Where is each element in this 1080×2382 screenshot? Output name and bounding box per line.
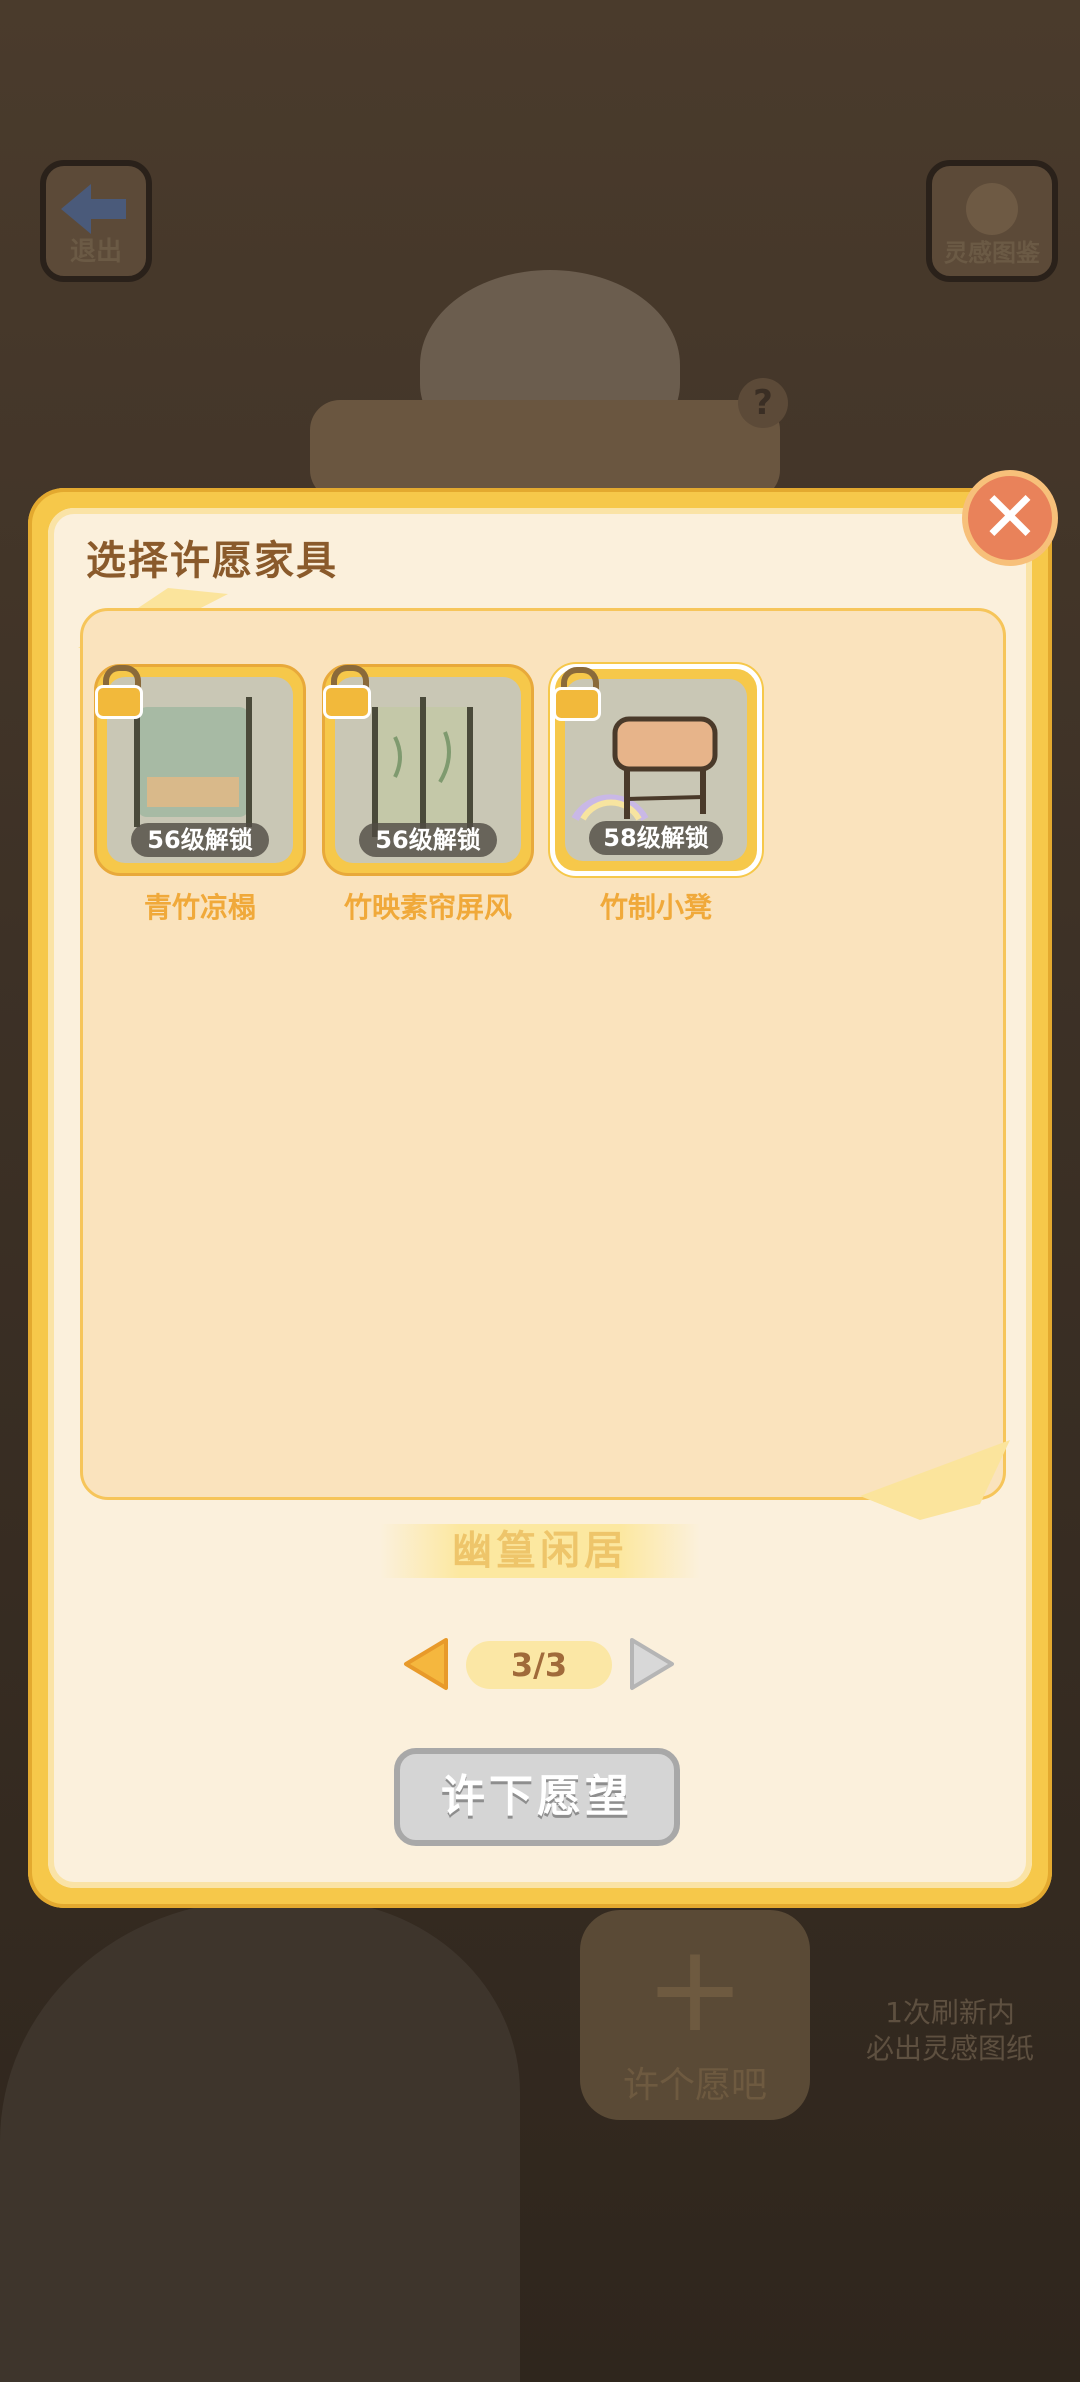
guide-label: 灵感图鉴 [944,239,1040,267]
refresh-note-line1: 1次刷新内 [885,1996,1015,2029]
next-page-arrow-icon[interactable] [622,1636,678,1692]
furniture-name: 竹制小凳 [599,891,712,924]
furniture-item[interactable]: 56级解锁 青竹凉榻 [94,664,306,926]
make-wish-button[interactable]: 许下愿望 [394,1748,680,1846]
close-button[interactable]: ✕ [962,470,1058,566]
furniture-name: 竹映素帘屏风 [343,891,512,924]
lock-icon [321,663,375,721]
unlock-level-badge: 56级解锁 [131,823,269,857]
lock-icon [93,663,147,721]
refresh-note: 1次刷新内 必出灵感图纸 [840,1995,1060,2067]
furniture-set-name: 幽篁闲居 [380,1524,700,1578]
furniture-item[interactable]: 56级解锁 竹映素帘屏风 [322,664,534,926]
plus-icon: + [644,1920,746,2059]
prev-page-arrow-icon[interactable] [400,1636,456,1692]
refresh-note-line2: 必出灵感图纸 [865,2032,1034,2065]
unlock-level-badge: 56级解锁 [359,823,497,857]
furniture-card[interactable]: 56级解锁 [322,664,534,876]
furniture-item-selected[interactable]: 58级解锁 竹制小凳 [550,664,762,926]
furniture-card[interactable]: 56级解锁 [94,664,306,876]
inspiration-guide-button[interactable]: 灵感图鉴 [926,160,1058,282]
background-character [0,1900,520,2382]
unlock-level-badge: 58级解锁 [589,821,723,855]
make-wish-label: 许个愿吧 [622,2065,767,2106]
help-icon[interactable]: ? [738,378,788,428]
exit-button[interactable]: 退出 [40,160,152,282]
furniture-card[interactable]: 58级解锁 [550,664,762,876]
make-wish-tile[interactable]: + 许个愿吧 [580,1910,810,2120]
workshop-banner [310,400,780,500]
lock-icon [551,665,605,723]
dialog-title: 选择许愿家具 [86,538,338,584]
furniture-name: 青竹凉榻 [143,891,256,924]
exit-label: 退出 [69,237,122,267]
page-indicator: 3/3 [466,1641,612,1689]
